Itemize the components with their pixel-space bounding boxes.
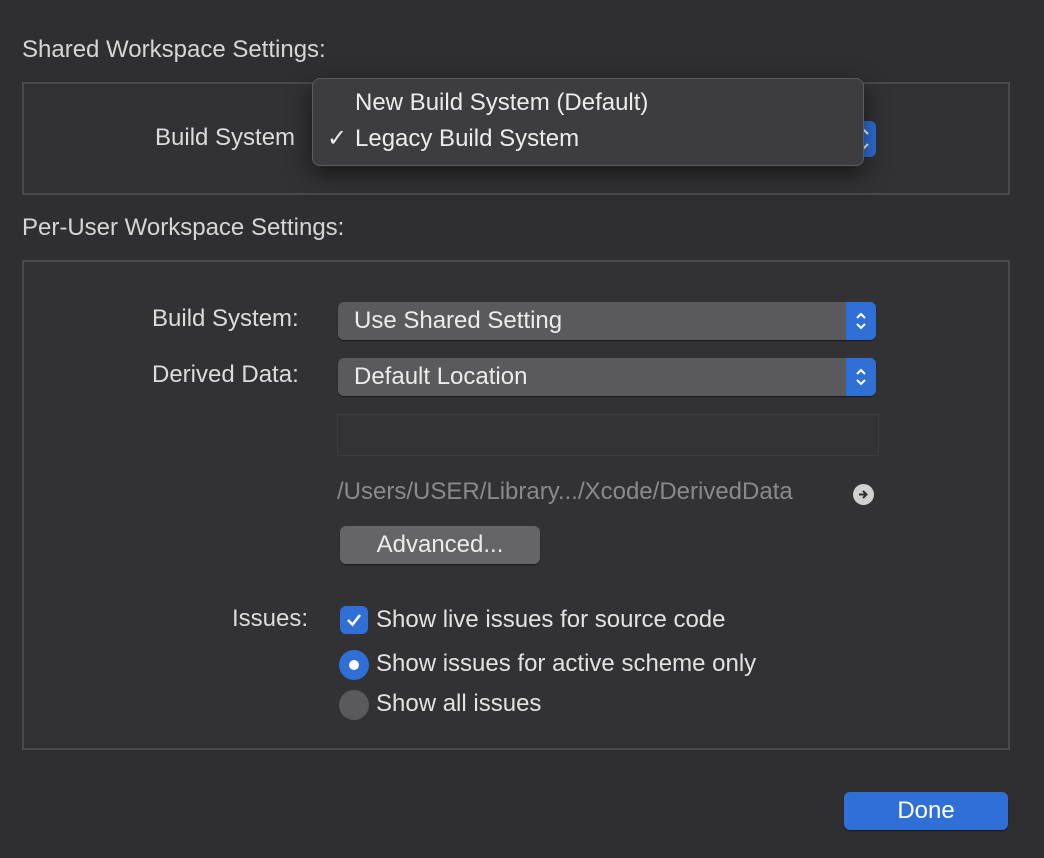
- all-issues-label: Show all issues: [376, 690, 542, 717]
- chevron-updown-icon: [846, 358, 876, 396]
- arrow-circle-right-icon[interactable]: [853, 484, 874, 505]
- issues-label: Issues:: [232, 605, 309, 632]
- menu-item-label: Legacy Build System: [355, 125, 580, 152]
- active-scheme-only-label: Show issues for active scheme only: [376, 650, 757, 677]
- per-user-settings-title: Per-User Workspace Settings:: [22, 214, 345, 241]
- shared-settings-title: Shared Workspace Settings:: [22, 36, 326, 63]
- checkmark-icon: ✓: [327, 125, 348, 152]
- derived-data-label: Derived Data:: [152, 361, 299, 388]
- shared-build-system-label: Build System: [155, 124, 296, 151]
- popup-value: Default Location: [354, 363, 528, 390]
- chevron-updown-icon: [846, 302, 876, 340]
- user-build-system-popup[interactable]: Use Shared Setting: [338, 302, 876, 340]
- derived-data-path: /Users/USER/Library.../Xcode/DerivedData: [337, 478, 793, 505]
- advanced-button[interactable]: Advanced...: [340, 526, 540, 564]
- show-live-issues-checkbox[interactable]: [340, 606, 368, 634]
- radio-active-scheme-only[interactable]: [339, 650, 369, 680]
- popup-value: Use Shared Setting: [354, 307, 563, 334]
- checkmark-icon: [347, 614, 362, 627]
- user-build-system-label: Build System:: [152, 305, 299, 332]
- menu-item-label: New Build System (Default): [355, 89, 649, 116]
- done-button[interactable]: Done: [844, 792, 1008, 830]
- radio-all-issues[interactable]: [339, 690, 369, 720]
- derived-data-custom-path-field: [337, 414, 879, 456]
- menu-item-new-build-system[interactable]: New Build System (Default): [313, 85, 863, 121]
- build-system-menu: New Build System (Default) ✓ Legacy Buil…: [312, 78, 864, 166]
- menu-item-legacy-build-system[interactable]: ✓ Legacy Build System: [313, 121, 863, 157]
- derived-data-popup[interactable]: Default Location: [338, 358, 876, 396]
- show-live-issues-label: Show live issues for source code: [376, 606, 726, 633]
